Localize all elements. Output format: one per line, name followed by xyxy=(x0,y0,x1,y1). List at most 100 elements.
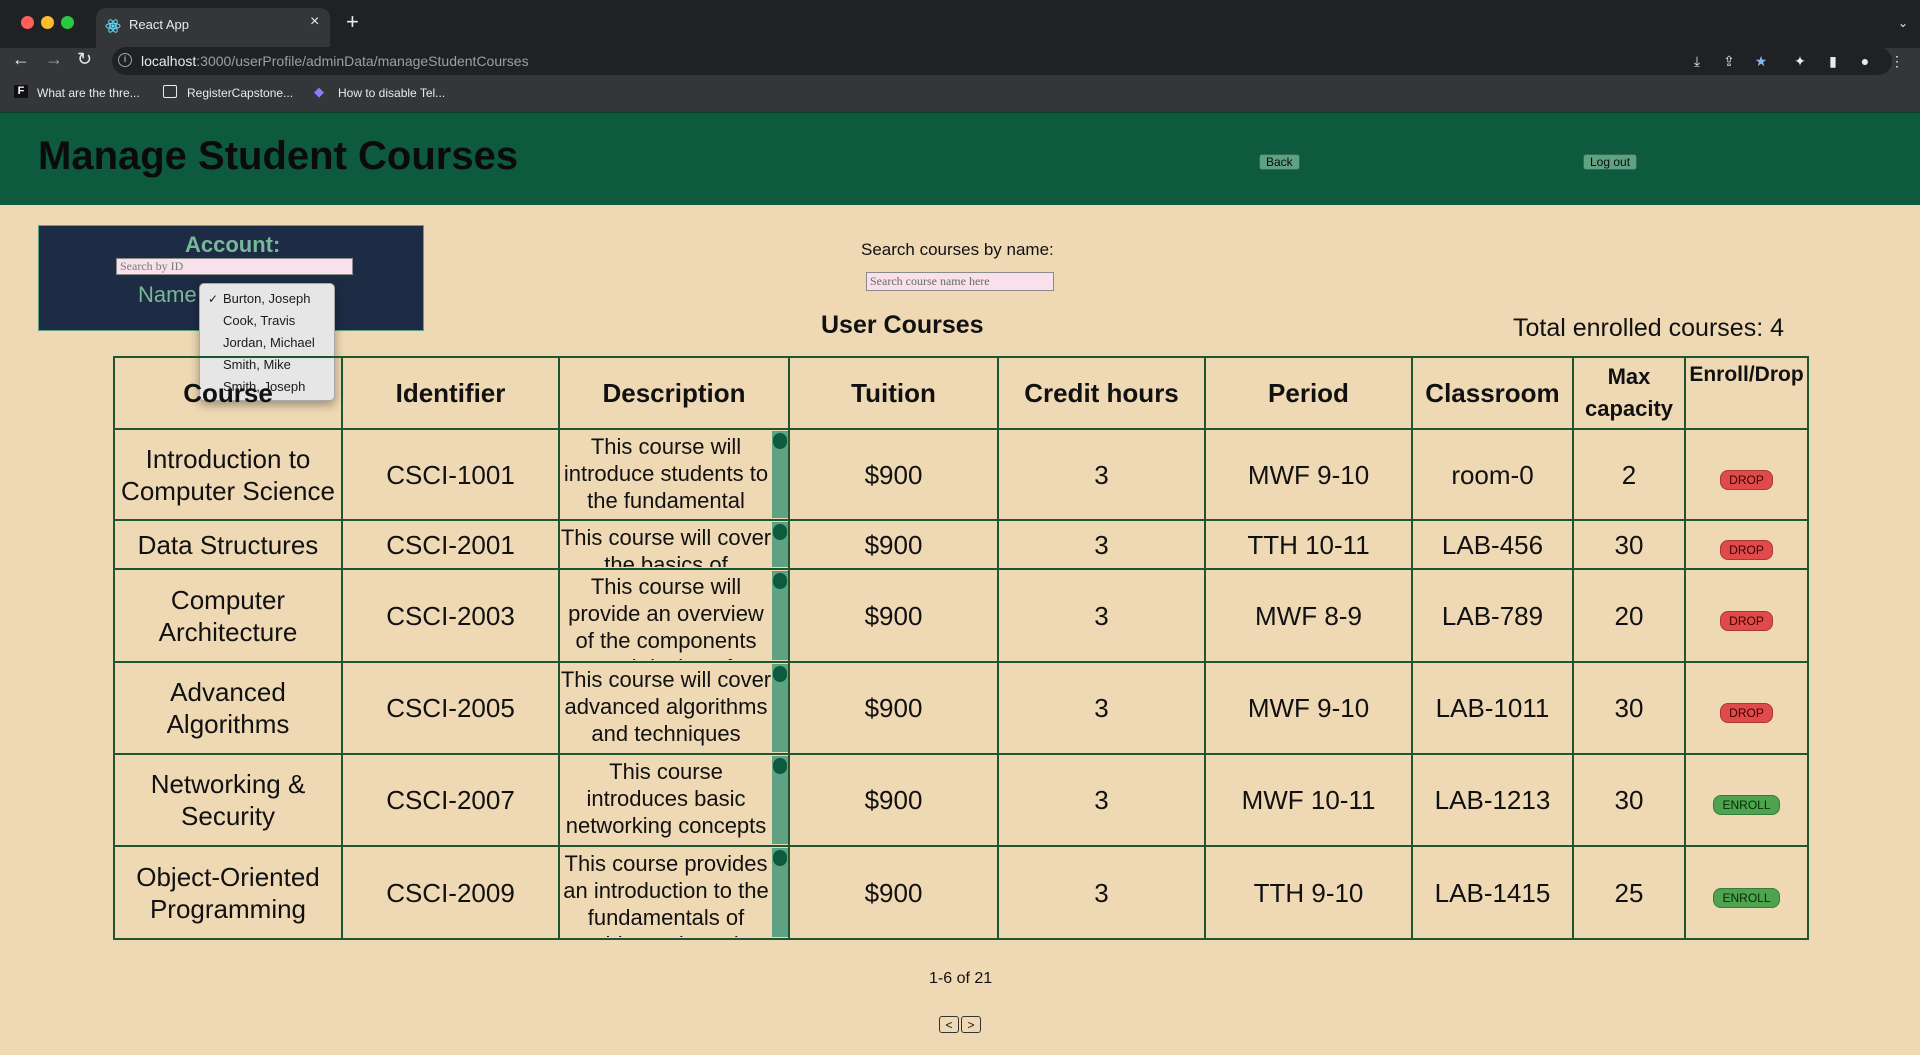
description-scroll-area[interactable]: This course will introduce students to t… xyxy=(560,431,788,518)
course-name-cell: Data Structures xyxy=(113,519,343,570)
address-url[interactable]: localhost:3000/userProfile/adminData/man… xyxy=(141,53,529,69)
enroll-button[interactable]: ENROLL xyxy=(1713,795,1780,815)
course-name-cell: Object-Oriented Programming xyxy=(113,845,343,940)
bookmark-gem-icon: ◆ xyxy=(314,84,324,99)
description-scroll-area[interactable]: This course will cover the basics of xyxy=(560,522,788,567)
tuition-cell: $900 xyxy=(788,753,999,847)
credit-hours-cell: 3 xyxy=(997,568,1206,663)
bookmark-item[interactable]: What are the thre... xyxy=(37,86,140,100)
logout-button[interactable]: Log out xyxy=(1583,154,1638,170)
account-id-search-input[interactable] xyxy=(116,258,353,275)
credit-hours-cell: 3 xyxy=(997,428,1206,521)
back-button[interactable]: Back xyxy=(1259,154,1300,170)
period-cell: TTH 9-10 xyxy=(1204,845,1413,940)
checkmark-icon: ✓ xyxy=(208,292,219,306)
enroll-drop-cell: DROP xyxy=(1684,661,1809,755)
course-description: This course will cover advanced algorith… xyxy=(560,667,772,746)
description-scroll-area[interactable]: This course will provide an overview of … xyxy=(560,571,788,660)
back-arrow-icon[interactable]: ← xyxy=(12,50,30,68)
maximize-window-button[interactable] xyxy=(61,16,74,29)
description-scrollbar[interactable] xyxy=(772,848,788,937)
forward-arrow-icon[interactable]: → xyxy=(45,50,63,68)
close-window-button[interactable] xyxy=(21,16,34,29)
description-scrollbar[interactable] xyxy=(772,664,788,752)
table-row: Object-Oriented Programming CSCI-2009 This… xyxy=(113,845,1809,940)
drop-button[interactable]: DROP xyxy=(1720,703,1773,723)
name-option[interactable]: Jordan, Michael xyxy=(223,335,315,350)
scrollbar-thumb[interactable] xyxy=(773,758,787,774)
course-name-cell: Networking & Security xyxy=(113,753,343,847)
enroll-drop-cell: DROP xyxy=(1684,568,1809,663)
max-capacity-cell: 2 xyxy=(1572,428,1686,521)
bookmark-item[interactable]: How to disable Tel... xyxy=(338,86,445,100)
side-panel-icon[interactable]: ▮ xyxy=(1825,53,1841,69)
description-scroll-area[interactable]: This course provides an introduction to … xyxy=(560,848,788,937)
share-icon[interactable]: ⇪ xyxy=(1721,53,1737,69)
description-cell: This course will introduce students to t… xyxy=(558,428,790,521)
name-option[interactable]: Cook, Travis xyxy=(223,313,295,328)
drop-button[interactable]: DROP xyxy=(1720,610,1773,631)
profile-icon[interactable]: ● xyxy=(1857,53,1873,69)
description-scrollbar[interactable] xyxy=(772,522,788,567)
name-option[interactable]: Burton, Joseph xyxy=(223,291,310,306)
column-header-course: Course xyxy=(113,356,343,430)
period-cell: MWF 9-10 xyxy=(1204,428,1413,521)
enroll-button[interactable]: ENROLL xyxy=(1713,887,1780,908)
column-header-period: Period xyxy=(1204,356,1413,430)
enroll-drop-cell: ENROLL xyxy=(1684,753,1809,847)
next-page-button[interactable]: > xyxy=(961,1016,981,1033)
page-title: Manage Student Courses xyxy=(38,134,519,178)
course-description: This course introduces basic networking … xyxy=(565,759,767,844)
drop-button[interactable]: DROP xyxy=(1720,469,1773,490)
description-scrollbar[interactable] xyxy=(772,431,788,518)
scrollbar-thumb[interactable] xyxy=(773,850,787,866)
scrollbar-thumb[interactable] xyxy=(773,666,787,682)
table-row: Introduction to Computer Science CSCI-100… xyxy=(113,428,1809,521)
max-capacity-cell: 30 xyxy=(1572,753,1686,847)
previous-page-button[interactable]: < xyxy=(939,1016,959,1033)
drop-button[interactable]: DROP xyxy=(1720,539,1773,560)
classroom-cell: LAB-1213 xyxy=(1411,753,1574,847)
description-cell: This course will cover advanced algorith… xyxy=(558,661,790,755)
credit-hours-cell: 3 xyxy=(997,753,1206,847)
description-cell: This course will cover the basics of xyxy=(558,519,790,570)
course-description: This course will cover the basics of xyxy=(560,525,772,567)
bookmark-star-icon[interactable]: ★ xyxy=(1753,53,1769,69)
browser-menu-icon[interactable]: ⋮ xyxy=(1889,53,1905,69)
max-capacity-cell: 20 xyxy=(1572,568,1686,663)
name-label: Name xyxy=(138,282,197,307)
table-row: Networking & Security CSCI-2007 This cours… xyxy=(113,753,1809,847)
scrollbar-thumb[interactable] xyxy=(773,433,787,449)
scrollbar-thumb[interactable] xyxy=(773,573,787,589)
classroom-cell: LAB-1011 xyxy=(1411,661,1574,755)
tab-search-chevron-icon[interactable]: ⌄ xyxy=(1898,16,1908,30)
reload-icon[interactable]: ↻ xyxy=(77,50,92,68)
table-row: Computer Architecture CSCI-2003 This cours… xyxy=(113,568,1809,663)
course-identifier-cell: CSCI-2001 xyxy=(341,519,560,570)
pagination-label: 1-6 of 21 xyxy=(929,970,993,987)
description-scrollbar[interactable] xyxy=(772,571,788,660)
tab-close-icon[interactable]: × xyxy=(310,14,319,30)
max-capacity-cell: 30 xyxy=(1572,661,1686,755)
course-identifier-cell: CSCI-1001 xyxy=(341,428,560,521)
install-icon[interactable]: ⤓ xyxy=(1689,53,1705,69)
description-scroll-area[interactable]: This course will cover advanced algorith… xyxy=(560,664,788,752)
table-row: Data Structures CSCI-2001 This course will… xyxy=(113,519,1809,570)
new-tab-icon[interactable]: + xyxy=(346,11,359,33)
minimize-window-button[interactable] xyxy=(41,16,54,29)
period-cell: MWF 8-9 xyxy=(1204,568,1413,663)
column-header-tuition: Tuition xyxy=(788,356,999,430)
scrollbar-thumb[interactable] xyxy=(773,524,787,540)
description-cell: This course introduces basic networking … xyxy=(558,753,790,847)
course-identifier-cell: CSCI-2007 xyxy=(341,753,560,847)
description-scroll-area[interactable]: This course introduces basic networking … xyxy=(560,756,788,844)
search-label: Search courses by name: xyxy=(861,240,1054,259)
react-icon xyxy=(105,19,121,33)
extensions-icon[interactable]: ✦ xyxy=(1792,53,1808,69)
course-description: This course provides an introduction to … xyxy=(563,851,769,937)
description-scrollbar[interactable] xyxy=(772,756,788,844)
bookmark-item[interactable]: RegisterCapstone... xyxy=(187,86,293,100)
site-info-icon[interactable]: i xyxy=(118,53,132,67)
table-header-row: Course Identifier Description Tuition Cr… xyxy=(113,356,1809,430)
course-search-input[interactable] xyxy=(866,272,1054,291)
